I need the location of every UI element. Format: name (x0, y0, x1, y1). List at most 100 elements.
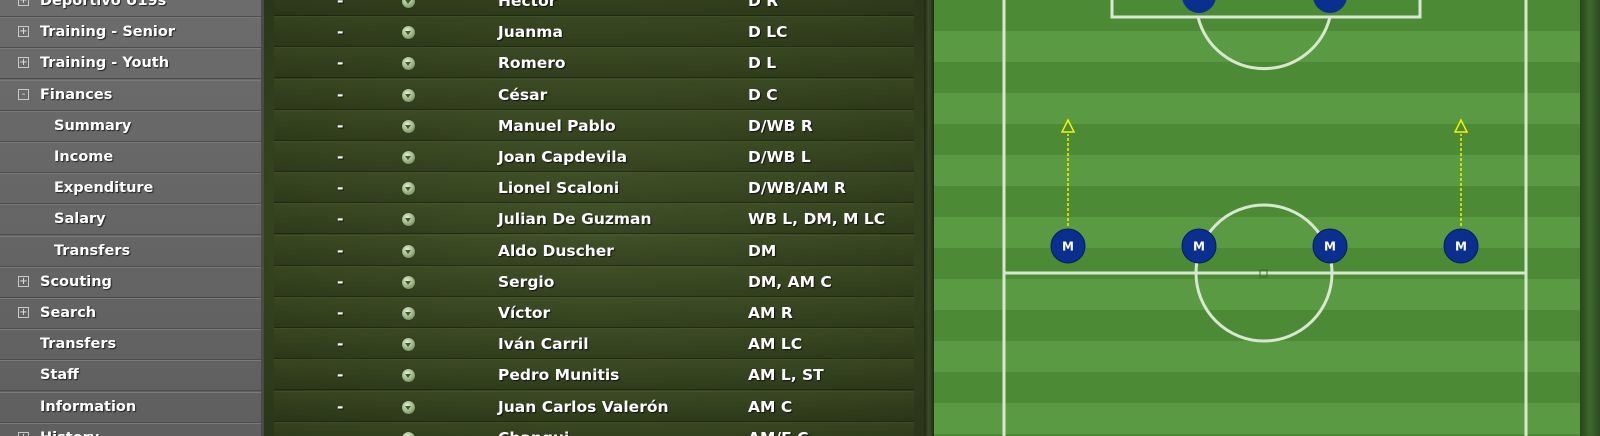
table-row[interactable]: - Aldo Duscher DM (274, 234, 914, 266)
table-row[interactable]: - Julian De Guzman WB L, DM, M LC (274, 203, 914, 235)
row-value-dash: - (337, 210, 344, 229)
expand-icon[interactable]: + (18, 26, 29, 38)
sidebar-item[interactable]: Summary (0, 110, 261, 142)
player-name[interactable]: César (498, 80, 547, 110)
collapse-icon[interactable]: - (18, 88, 29, 100)
sidebar-item-label: Transfers (54, 242, 131, 259)
expand-icon[interactable]: + (18, 275, 29, 287)
player-position: D C (748, 85, 778, 104)
row-value-dash: - (337, 23, 344, 42)
sidebar-item-label: Search (40, 305, 97, 321)
player-status-icon[interactable] (402, 151, 415, 164)
marker-label: M (1062, 240, 1074, 254)
player-status-icon[interactable] (402, 400, 415, 414)
player-name[interactable]: Juan Carlos Valerón (498, 392, 669, 422)
table-row[interactable]: - Lionel Scaloni D/WB/AM R (274, 172, 914, 204)
player-position: D L (748, 54, 777, 73)
player-status-icon[interactable] (402, 275, 415, 289)
row-value-dash: - (337, 179, 344, 198)
table-row[interactable]: - Juan Carlos Valerón AM C (274, 390, 914, 422)
table-row[interactable]: - César D C (274, 78, 914, 110)
sidebar-item-label: Training - Senior (40, 24, 175, 41)
expand-icon[interactable]: + (18, 431, 29, 436)
sidebar-item[interactable]: + Scouting (0, 266, 261, 298)
table-row[interactable]: - Sergio DM, AM C (274, 265, 914, 297)
squad-table: - Héctor D R - Juanma D LC - Romero D L - César D C… (264, 0, 924, 436)
sidebar-item[interactable]: Transfers (0, 235, 261, 267)
row-value-dash: - (337, 85, 344, 104)
scrollbar-edge[interactable] (1580, 0, 1600, 436)
sidebar-item-label: Deportivo U19s (40, 0, 167, 9)
sidebar-item-label: Information (40, 398, 137, 415)
sidebar-item-label: Finances (40, 86, 113, 103)
player-status-icon[interactable] (402, 26, 415, 40)
player-position: D/WB R (748, 116, 813, 135)
marker-label: M (1193, 240, 1205, 254)
player-status-icon[interactable] (402, 244, 415, 258)
player-position: DM (748, 241, 777, 260)
player-status-icon[interactable] (402, 338, 415, 352)
player-status-icon[interactable] (402, 57, 415, 71)
sidebar-item-label: Expenditure (54, 180, 154, 197)
player-name[interactable]: Sergio (498, 267, 554, 297)
sidebar-item[interactable]: + Training - Senior (0, 17, 261, 49)
sidebar-item[interactable]: - Finances (0, 79, 261, 111)
player-name[interactable]: Iván Carril (498, 329, 589, 359)
player-status-icon[interactable] (402, 307, 415, 320)
player-name[interactable]: Juanma (498, 17, 563, 47)
player-position: D/WB/AM R (748, 179, 846, 198)
marker-label: M (1324, 240, 1336, 254)
sidebar-item[interactable]: Expenditure (0, 173, 261, 205)
row-value-dash: - (337, 423, 343, 436)
player-name[interactable]: Joan Capdevila (498, 142, 627, 172)
player-name[interactable]: Héctor (498, 0, 556, 16)
penalty-arc (1196, 16, 1332, 71)
player-status-icon[interactable] (402, 431, 415, 436)
player-status-icon[interactable] (402, 119, 415, 133)
pitch-markings: MMMM (1002, 0, 1528, 436)
player-status-icon[interactable] (402, 213, 415, 227)
expand-icon[interactable]: + (18, 57, 29, 69)
row-value-dash: - (337, 0, 344, 10)
table-row[interactable]: - Joan Capdevila D/WB L (274, 141, 914, 172)
player-status-icon[interactable] (402, 369, 415, 383)
player-name[interactable]: Julian De Guzman (498, 204, 652, 234)
sidebar-item[interactable]: + History (0, 422, 261, 436)
row-value-dash: - (337, 241, 344, 260)
player-name[interactable]: Romero (498, 48, 566, 78)
tactics-pitch: MMMM (934, 0, 1580, 436)
table-row[interactable]: - Romero D L (274, 47, 914, 79)
player-position: DM, AM C (748, 272, 832, 291)
table-row[interactable]: - Manuel Pablo D/WB R (274, 109, 914, 141)
sidebar-item[interactable]: + Search (0, 298, 261, 329)
player-name[interactable]: Víctor (498, 298, 550, 328)
sidebar-item[interactable]: Staff (0, 360, 261, 392)
table-row[interactable]: - Víctor AM R (274, 297, 914, 328)
sidebar-item[interactable]: + Training - Youth (0, 48, 261, 80)
player-name[interactable]: Manuel Pablo (498, 111, 616, 141)
marker-label: M (1455, 240, 1467, 254)
table-row[interactable]: - Héctor D R (274, 0, 914, 16)
player-status-icon[interactable] (402, 88, 415, 102)
expand-icon[interactable]: + (18, 307, 29, 318)
expand-icon[interactable]: + (18, 0, 29, 6)
player-name[interactable]: Lionel Scaloni (498, 173, 619, 203)
table-row[interactable]: - Iván Carril AM LC (274, 328, 914, 360)
run-arrow-icon (1453, 118, 1469, 133)
player-status-icon[interactable] (402, 182, 415, 196)
sidebar-item[interactable]: Information (0, 391, 261, 423)
table-row[interactable]: - Changui AM/F C (274, 421, 914, 436)
sidebar-item[interactable]: Income (0, 142, 261, 173)
sidebar-item[interactable]: Salary (0, 204, 261, 236)
player-name[interactable]: Aldo Duscher (498, 236, 614, 266)
sidebar-item[interactable]: + Deportivo U19s (0, 0, 261, 17)
player-status-icon[interactable] (402, 0, 415, 8)
player-name[interactable]: Pedro Munitis (498, 360, 619, 390)
player-name[interactable]: Changui (498, 423, 569, 436)
table-row[interactable]: - Juanma D LC (274, 16, 914, 48)
row-value-dash: - (337, 148, 344, 166)
row-value-dash: - (337, 335, 344, 354)
sidebar-item[interactable]: Transfers (0, 329, 261, 361)
table-row[interactable]: - Pedro Munitis AM L, ST (274, 359, 914, 391)
player-position: AM/F C (748, 423, 808, 436)
